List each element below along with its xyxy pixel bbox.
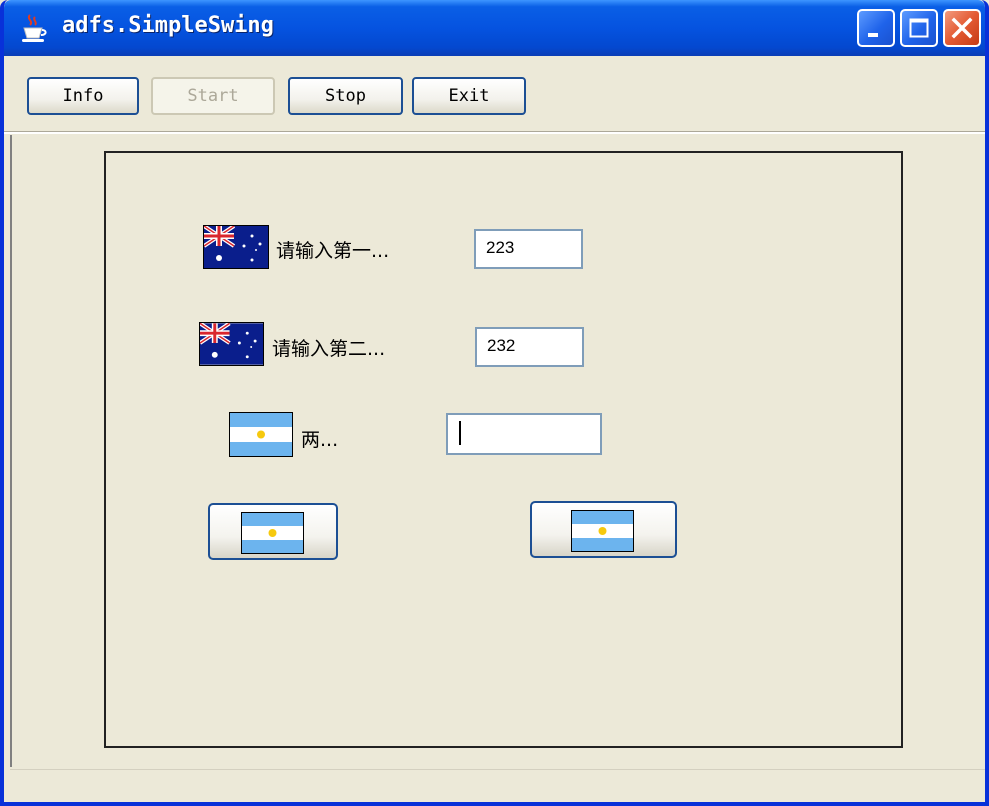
sum-button[interactable] xyxy=(208,503,338,560)
argentina-flag-icon xyxy=(229,412,293,457)
second-number-label: 请输入第二... xyxy=(272,338,386,360)
minimize-button[interactable] xyxy=(857,9,895,47)
title-bar[interactable]: adfs.SimpleSwing xyxy=(4,0,985,56)
result-label: 两... xyxy=(301,429,339,451)
maximize-button[interactable] xyxy=(900,9,938,47)
result-input[interactable] xyxy=(446,413,602,455)
app-window: adfs.SimpleSwing Info Start Stop Exit 请输… xyxy=(0,0,989,806)
info-button[interactable]: Info xyxy=(27,77,139,115)
start-button[interactable]: Start xyxy=(151,77,275,115)
toolbar: Info Start Stop Exit xyxy=(4,56,985,131)
calculate-button[interactable] xyxy=(530,501,677,558)
close-button[interactable] xyxy=(943,9,981,47)
argentina-flag-icon xyxy=(241,512,304,554)
java-cup-icon xyxy=(20,13,48,43)
form-panel: 请输入第一... 223 请输入第二... 232 两... xyxy=(104,151,903,748)
stop-button[interactable]: Stop xyxy=(288,77,403,115)
status-bar xyxy=(10,769,985,802)
minimize-icon xyxy=(868,33,878,37)
first-number-input[interactable]: 223 xyxy=(474,229,583,269)
window-title: adfs.SimpleSwing xyxy=(62,13,274,38)
australia-flag-icon xyxy=(203,225,269,269)
first-number-label: 请输入第一... xyxy=(276,240,390,262)
text-caret xyxy=(459,421,461,445)
exit-button[interactable]: Exit xyxy=(412,77,526,115)
australia-flag-icon xyxy=(199,322,264,366)
maximize-icon xyxy=(909,18,929,38)
second-number-input[interactable]: 232 xyxy=(475,327,584,367)
argentina-flag-icon xyxy=(571,510,634,552)
toolbar-divider xyxy=(4,131,985,134)
close-icon xyxy=(951,17,973,39)
